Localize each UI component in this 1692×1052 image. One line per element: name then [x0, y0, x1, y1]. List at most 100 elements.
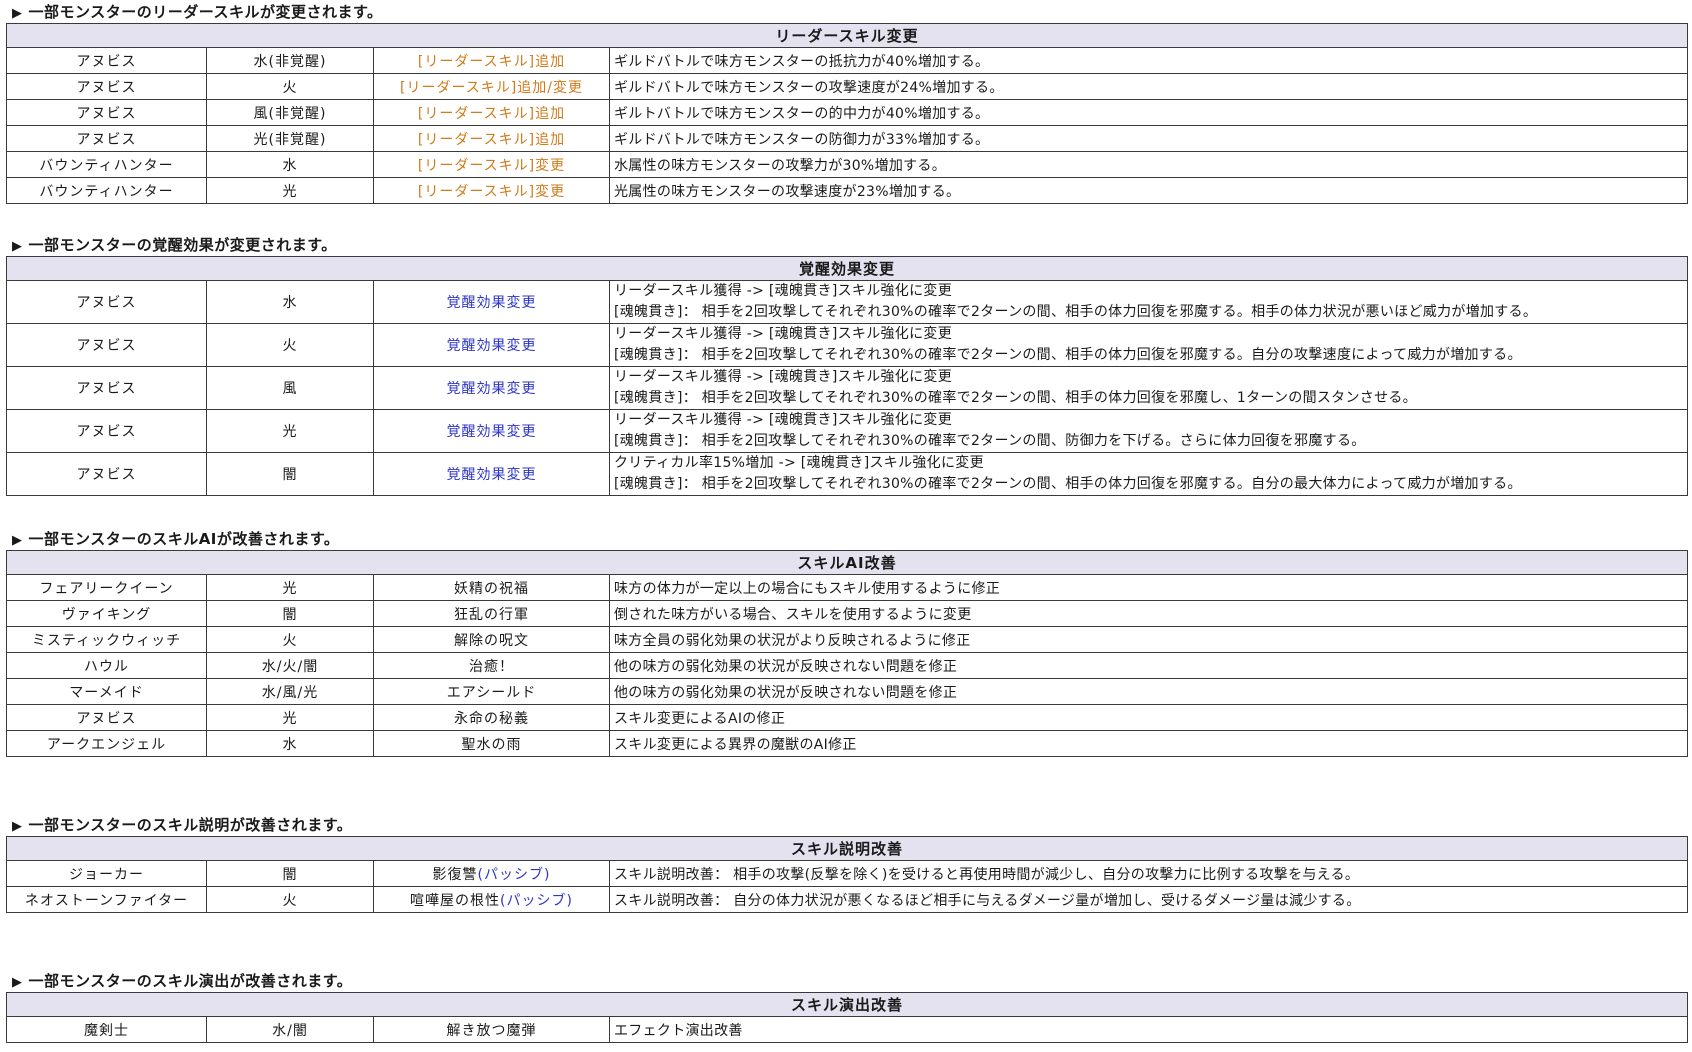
monster-name: バウンティハンター [6, 151, 207, 178]
skill-name: 狂乱の行軍 [373, 600, 610, 627]
description-line-2: [魂魄貫き]： 相手を2回攻撃してそれぞれ30%の確率で2ターンの間、相手の体力… [614, 476, 1522, 492]
monster-attribute: 水(非覚醒) [206, 47, 374, 74]
change-type: 覚醒効果変更 [373, 366, 610, 410]
passive-tag: (パッシブ) [500, 892, 573, 909]
change-description: ギルドバトルで味方モンスターの防御力が33%増加する。 [608, 125, 1689, 152]
change-type: [リーダースキル]追加 [373, 99, 610, 126]
triangle-bullet-icon: ▶ [12, 975, 23, 990]
table-row: アヌビス 風(非覚醒) [リーダースキル]追加 ギルトバトルで味方モンスターの的… [6, 99, 1689, 126]
monster-name: 魔剣士 [6, 1016, 207, 1043]
monster-name: ハウル [6, 652, 207, 679]
triangle-bullet-icon: ▶ [12, 533, 23, 548]
monster-attribute: 火 [206, 323, 374, 367]
monster-name: アークエンジェル [6, 730, 207, 757]
monster-attribute: 水 [206, 730, 374, 757]
table-row: アヌビス 光(非覚醒) [リーダースキル]追加 ギルドバトルで味方モンスターの防… [6, 125, 1689, 152]
description-line-2: [魂魄貫き]： 相手を2回攻撃してそれぞれ30%の確率で2ターンの間、相手の体力… [614, 304, 1538, 320]
monster-attribute: 火 [206, 886, 374, 913]
section-leader-skill: ▶ 一部モンスターのリーダースキルが変更されます。 リーダースキル変更 アヌビス … [5, 1, 1689, 204]
monster-name: アヌビス [6, 99, 207, 126]
change-description: ギルドバトルで味方モンスターの攻撃速度が24%増加する。 [608, 73, 1689, 100]
passive-tag: (パッシブ) [477, 866, 551, 883]
table-row: ミスティックウィッチ 火 解除の呪文 味方全員の弱化効果の状況がより反映されるよ… [6, 626, 1689, 653]
table-row: アヌビス 火 [リーダースキル]追加/変更 ギルドバトルで味方モンスターの攻撃速… [6, 73, 1689, 100]
description-line-2: [魂魄貫き]： 相手を2回攻撃してそれぞれ30%の確率で2ターンの間、相手の体力… [614, 347, 1522, 363]
change-description: クリティカル率15%増加 -> [魂魄貫き]スキル強化に変更 [魂魄貫き]： 相手… [608, 452, 1689, 496]
monster-name: アヌビス [6, 366, 207, 410]
description-line-1: リーダースキル獲得 -> [魂魄貫き]スキル強化に変更 [614, 369, 953, 385]
section-skill-effect: ▶ 一部モンスターのスキル演出が改善されます。 スキル演出改善 魔剣士 水/闇 解… [5, 970, 1689, 1043]
leader-skill-table: リーダースキル変更 アヌビス 水(非覚醒) [リーダースキル]追加 ギルドバトル… [5, 23, 1689, 204]
table-row: アヌビス 風 覚醒効果変更 リーダースキル獲得 -> [魂魄貫き]スキル強化に変… [6, 366, 1689, 410]
table-row: 魔剣士 水/闇 解き放つ魔弾 エフェクト演出改善 [6, 1016, 1689, 1043]
monster-name: ミスティックウィッチ [6, 626, 207, 653]
heading-text: 一部モンスターのスキル演出が改善されます。 [28, 972, 353, 990]
skill-name: 聖水の雨 [373, 730, 610, 757]
triangle-bullet-icon: ▶ [12, 819, 23, 834]
change-description: エフェクト演出改善 [608, 1016, 1689, 1043]
table-row: ジョーカー 闇 影復讐(パッシブ) スキル説明改善： 相手の攻撃(反撃を除く)を… [6, 860, 1689, 887]
monster-name: バウンティハンター [6, 177, 207, 204]
skill-name: 治癒！ [373, 652, 610, 679]
description-line-1: リーダースキル獲得 -> [魂魄貫き]スキル強化に変更 [614, 326, 953, 342]
change-description: ギルドバトルで味方モンスターの抵抗力が40%増加する。 [608, 47, 1689, 74]
change-type: 覚醒効果変更 [373, 452, 610, 496]
section-heading: ▶ 一部モンスターのスキル説明が改善されます。 [6, 814, 1687, 836]
monster-attribute: 光 [206, 704, 374, 731]
table-title: リーダースキル変更 [5, 23, 1689, 48]
description-line-2: [魂魄貫き]： 相手を2回攻撃してそれぞれ30%の確率で2ターンの間、相手の体力… [614, 390, 1417, 406]
table-title: 覚醒効果変更 [5, 256, 1689, 281]
change-type: [リーダースキル]追加 [373, 125, 610, 152]
skill-name: 喧嘩屋の根性(パッシブ) [373, 886, 610, 913]
table-row: アヌビス 火 覚醒効果変更 リーダースキル獲得 -> [魂魄貫き]スキル強化に変… [6, 323, 1689, 367]
monster-name: マーメイド [6, 678, 207, 705]
skill-name-text: 喧嘩屋の根性 [410, 892, 501, 909]
description-line-2: [魂魄貫き]： 相手を2回攻撃してそれぞれ30%の確率で2ターンの間、防御力を下… [614, 433, 1366, 449]
change-description: スキル説明改善： 相手の攻撃(反撃を除く)を受けると再使用時間が減少し、自分の攻… [608, 860, 1689, 887]
triangle-bullet-icon: ▶ [12, 6, 23, 21]
change-description: 味方全員の弱化効果の状況がより反映されるように修正 [608, 626, 1689, 653]
section-awakening-effect: ▶ 一部モンスターの覚醒効果が変更されます。 覚醒効果変更 アヌビス 水 覚醒効果… [5, 234, 1689, 496]
monster-attribute: 水 [206, 151, 374, 178]
change-description: 水属性の味方モンスターの攻撃力が30%増加する。 [608, 151, 1689, 178]
monster-attribute: 闇 [206, 860, 374, 887]
description-line-1: クリティカル率15%増加 -> [魂魄貫き]スキル強化に変更 [614, 455, 984, 471]
skill-name: 永命の秘義 [373, 704, 610, 731]
table-row: フェアリークイーン 光 妖精の祝福 味方の体力が一定以上の場合にもスキル使用する… [6, 574, 1689, 601]
monster-attribute: 風 [206, 366, 374, 410]
table-title: スキル演出改善 [5, 992, 1689, 1017]
skill-name: 解除の呪文 [373, 626, 610, 653]
change-description: 倒された味方がいる場合、スキルを使用するように変更 [608, 600, 1689, 627]
change-description: リーダースキル獲得 -> [魂魄貫き]スキル強化に変更 [魂魄貫き]： 相手を2回… [608, 409, 1689, 453]
heading-text: 一部モンスターのスキルAIが改善されます。 [28, 530, 340, 548]
table-title: スキル説明改善 [5, 836, 1689, 861]
monster-name: アヌビス [6, 704, 207, 731]
description-line-1: リーダースキル獲得 -> [魂魄貫き]スキル強化に変更 [614, 412, 953, 428]
monster-attribute: 光 [206, 409, 374, 453]
monster-attribute: 風(非覚醒) [206, 99, 374, 126]
skill-ai-table: スキルAI改善 フェアリークイーン 光 妖精の祝福 味方の体力が一定以上の場合に… [5, 550, 1689, 757]
monster-attribute: 火 [206, 73, 374, 100]
heading-text: 一部モンスターのリーダースキルが変更されます。 [28, 3, 383, 21]
table-row: アヌビス 光 覚醒効果変更 リーダースキル獲得 -> [魂魄貫き]スキル強化に変… [6, 409, 1689, 453]
monster-attribute: 水/闇 [206, 1016, 374, 1043]
monster-name: アヌビス [6, 47, 207, 74]
change-type: 覚醒効果変更 [373, 323, 610, 367]
change-description: 味方の体力が一定以上の場合にもスキル使用するように修正 [608, 574, 1689, 601]
monster-attribute: 闇 [206, 452, 374, 496]
section-heading: ▶ 一部モンスターの覚醒効果が変更されます。 [6, 234, 1687, 256]
skill-description-table: スキル説明改善 ジョーカー 闇 影復讐(パッシブ) スキル説明改善： 相手の攻撃… [5, 836, 1689, 913]
table-row: バウンティハンター 光 [リーダースキル]変更 光属性の味方モンスターの攻撃速度… [6, 177, 1689, 204]
monster-attribute: 光 [206, 177, 374, 204]
monster-name: フェアリークイーン [6, 574, 207, 601]
skill-name: 影復讐(パッシブ) [373, 860, 610, 887]
table-row: ヴァイキング 闇 狂乱の行軍 倒された味方がいる場合、スキルを使用するように変更 [6, 600, 1689, 627]
monster-attribute: 光 [206, 574, 374, 601]
skill-effect-table: スキル演出改善 魔剣士 水/闇 解き放つ魔弾 エフェクト演出改善 [5, 992, 1689, 1043]
monster-name: ヴァイキング [6, 600, 207, 627]
skill-name-text: 影復讐 [432, 866, 478, 883]
table-row: アヌビス 闇 覚醒効果変更 クリティカル率15%増加 -> [魂魄貫き]スキル強… [6, 452, 1689, 496]
change-description: 他の味方の弱化効果の状況が反映されない問題を修正 [608, 652, 1689, 679]
change-description: リーダースキル獲得 -> [魂魄貫き]スキル強化に変更 [魂魄貫き]： 相手を2回… [608, 280, 1689, 324]
description-line-1: リーダースキル獲得 -> [魂魄貫き]スキル強化に変更 [614, 283, 953, 299]
